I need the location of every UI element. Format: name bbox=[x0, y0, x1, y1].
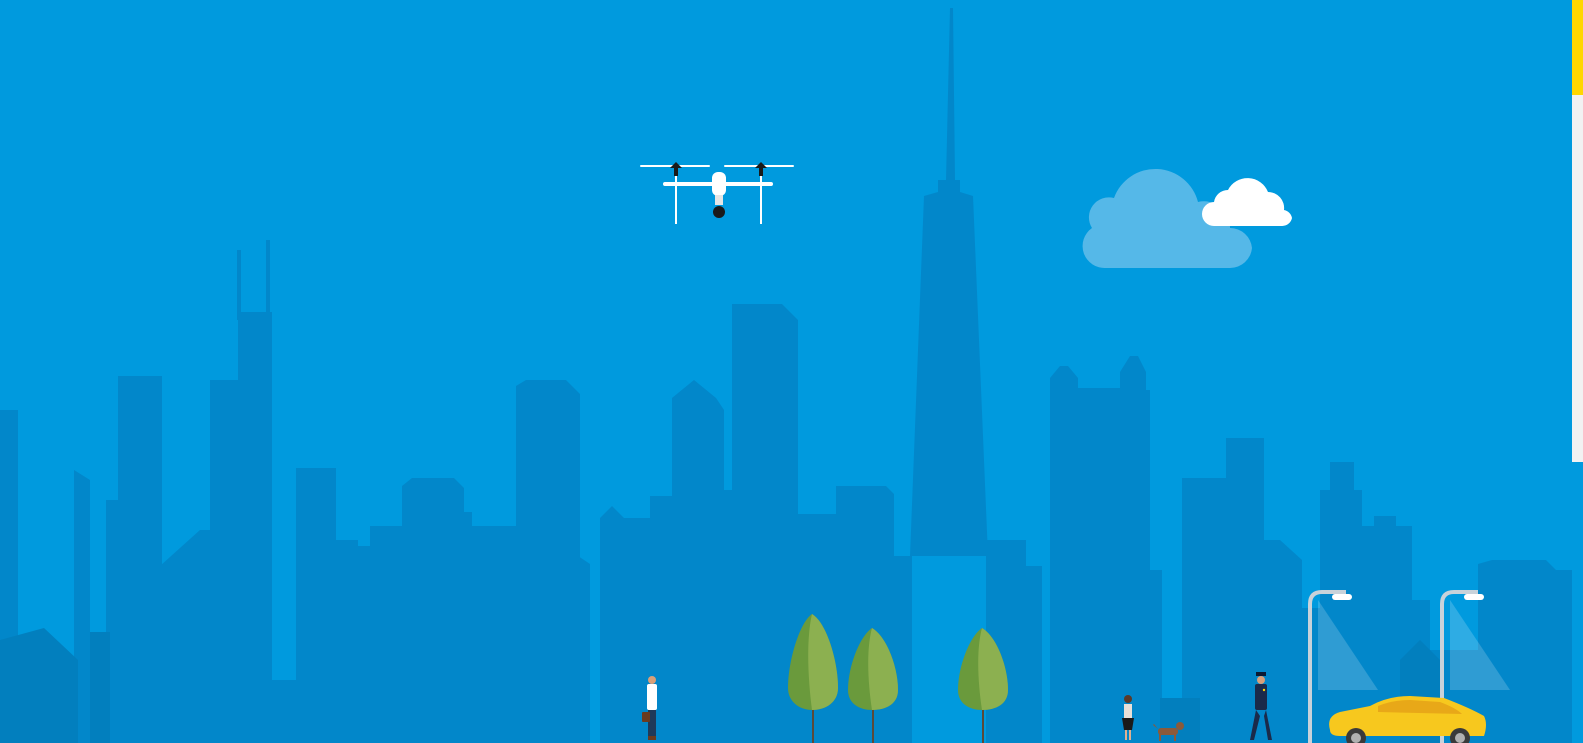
city-skyline bbox=[0, 8, 1583, 743]
cloud-icon bbox=[1202, 178, 1292, 227]
drone-icon bbox=[640, 162, 794, 224]
hero-illustration bbox=[0, 0, 1583, 743]
scrollbar-thumb[interactable] bbox=[1572, 0, 1583, 95]
scrollbar-track-lower bbox=[1572, 462, 1583, 743]
page-scrollbar[interactable] bbox=[1572, 0, 1583, 743]
